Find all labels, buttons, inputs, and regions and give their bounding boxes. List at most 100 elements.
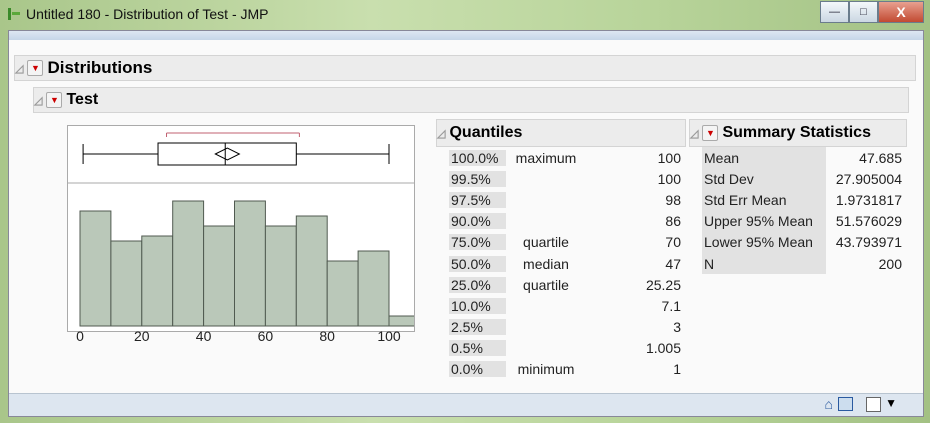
quantile-label: maximum: [515, 149, 577, 166]
disclosure-icon[interactable]: ◿: [690, 127, 698, 140]
summary-value: 200: [878, 255, 902, 272]
title-bar: Untitled 180 - Distribution of Test - JM…: [8, 6, 269, 22]
status-bar: ⌂ ▼: [9, 393, 923, 416]
histogram-bar: [141, 235, 174, 327]
summary-row: N 200: [702, 252, 902, 275]
window-title: Untitled 180 - Distribution of Test - JM…: [26, 6, 269, 22]
disclosure-icon[interactable]: ◿: [34, 94, 42, 107]
summary-row: Std Err Mean 1.9731817: [702, 189, 902, 211]
quantile-value: 98: [665, 191, 681, 208]
summary-row: Upper 95% Mean 51.576029: [702, 210, 902, 232]
quantile-percent: 99.5%: [449, 170, 506, 187]
quantile-label: median: [523, 255, 569, 272]
quantile-row: 99.5% 100: [449, 168, 681, 189]
jmp-window: Untitled 180 - Distribution of Test - JM…: [0, 0, 930, 423]
plot-svg: [68, 132, 421, 327]
quantile-value: 1.005: [645, 340, 681, 357]
x-tick-label: 0: [76, 328, 84, 344]
histogram-bar: [234, 200, 266, 327]
distributions-header[interactable]: ◿ ▼ Distributions: [14, 55, 916, 81]
home-icon[interactable]: ⌂: [825, 396, 833, 412]
summary-value: 1.9731817: [835, 191, 902, 208]
box-iqr: [157, 142, 297, 166]
minimize-button[interactable]: —: [820, 1, 849, 23]
quantile-percent: 100.0%: [449, 149, 506, 166]
summary-row: Std Dev 27.905004: [702, 168, 902, 190]
summary-header[interactable]: ◿ ▼ Summary Statistics: [689, 119, 907, 147]
quantile-percent: 0.0%: [449, 361, 506, 378]
disclosure-icon[interactable]: ◿: [437, 127, 445, 140]
histogram-bar: [203, 225, 236, 327]
summary-value: 51.576029: [835, 213, 902, 230]
distributions-title: Distributions: [47, 58, 153, 77]
quantile-row: 0.0% minimum 1: [449, 359, 681, 380]
x-tick-label: 60: [257, 328, 274, 344]
test-title: Test: [66, 91, 99, 108]
quantile-value: 70: [665, 234, 681, 251]
summary-value: 47.685: [859, 149, 902, 166]
summary-title: Summary Statistics: [722, 124, 871, 141]
quantile-percent: 2.5%: [449, 319, 506, 336]
quantile-row: 10.0% 7.1: [449, 295, 681, 316]
summary-value: 27.905004: [835, 170, 902, 187]
summary-row: Lower 95% Mean 43.793971: [702, 231, 902, 253]
quantile-row: 90.0% 86: [449, 211, 681, 232]
x-tick-label: 20: [134, 328, 150, 344]
quantile-row: 75.0% quartile 70: [449, 232, 681, 253]
maximize-button[interactable]: □: [849, 1, 878, 23]
quantile-value: 25.25: [645, 276, 681, 293]
quantile-value: 100: [657, 170, 681, 187]
summary-label: Std Err Mean: [702, 189, 826, 211]
quantile-percent: 25.0%: [449, 276, 506, 293]
quantile-row: 100.0% maximum 100: [449, 147, 681, 168]
summary-table: Mean 47.685 Std Dev 27.905004 Std Err Mean 1.…: [702, 147, 902, 275]
red-triangle-menu-icon[interactable]: ▼: [46, 92, 63, 108]
quantile-row: 25.0% quartile 25.25: [449, 274, 681, 295]
histogram-bar: [388, 315, 421, 327]
summary-label: Mean: [702, 147, 826, 169]
quantile-row: 0.5% 1.005: [449, 338, 681, 359]
quantile-row: 2.5% 3: [449, 317, 681, 338]
test-header[interactable]: ◿ ▼ Test: [33, 87, 909, 113]
table-view-icon[interactable]: [838, 397, 853, 411]
histogram-bar: [79, 210, 112, 327]
disclosure-icon[interactable]: ◿: [15, 62, 23, 75]
quantile-value: 47: [665, 255, 681, 272]
quantile-value: 7.1: [661, 297, 681, 314]
layout-checkbox-icon[interactable]: [866, 397, 881, 412]
quantile-percent: 75.0%: [449, 234, 506, 251]
histogram-bar: [110, 240, 143, 327]
quantile-label: minimum: [517, 361, 575, 378]
quantile-value: 86: [665, 213, 681, 230]
quantiles-table: 100.0% maximum 100 99.5% 100 97.5% 98 90.0% 86 75…: [449, 147, 681, 380]
red-triangle-menu-icon[interactable]: ▼: [27, 60, 44, 76]
x-tick-label: 80: [319, 328, 335, 344]
summary-label: Std Dev: [702, 168, 826, 190]
summary-label: N: [702, 252, 826, 275]
close-button[interactable]: X: [878, 1, 924, 23]
histogram-bar: [295, 215, 328, 327]
quantile-percent: 10.0%: [449, 297, 506, 314]
histogram-bar: [357, 250, 390, 327]
summary-label: Lower 95% Mean: [702, 231, 826, 253]
distribution-plot[interactable]: [67, 125, 421, 332]
quantile-value: 1: [673, 361, 681, 378]
x-tick-label: 100: [377, 328, 401, 344]
quantile-label: quartile: [523, 276, 569, 293]
quantile-percent: 50.0%: [449, 255, 506, 272]
quantiles-title: Quantiles: [449, 124, 523, 141]
report-area: ◿ ▼ Distributions ◿ ▼ Test 0 20 40 60 80 100 …: [8, 30, 924, 417]
quantile-percent: 90.0%: [449, 213, 506, 230]
quantile-value: 3: [673, 319, 681, 336]
red-triangle-menu-icon[interactable]: ▼: [702, 125, 719, 141]
quantiles-header[interactable]: ◿ Quantiles: [436, 119, 686, 147]
summary-value: 43.793971: [835, 234, 902, 251]
summary-label: Upper 95% Mean: [702, 210, 826, 232]
dropdown-arrow-icon[interactable]: ▼: [885, 396, 897, 410]
quantile-percent: 97.5%: [449, 191, 506, 208]
x-tick-label: 40: [195, 328, 212, 344]
quantile-row: 97.5% 98: [449, 189, 681, 210]
histogram-bar: [264, 225, 297, 327]
quantile-percent: 0.5%: [449, 340, 506, 357]
quantile-value: 100: [657, 149, 681, 166]
